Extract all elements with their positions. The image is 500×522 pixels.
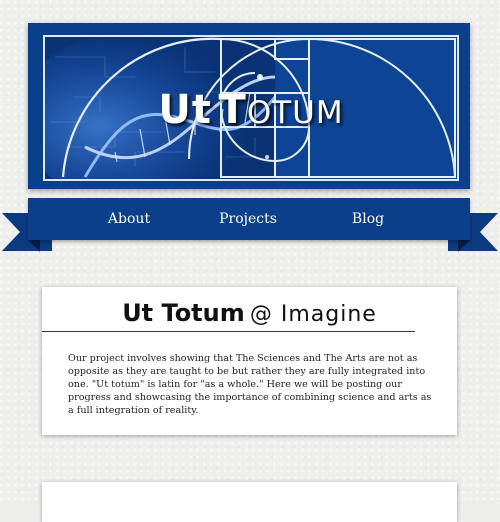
- nav-about[interactable]: About: [84, 198, 174, 240]
- post-title-bold: Ut Totum: [122, 299, 245, 327]
- post-title: Ut Totum @ Imagine: [42, 299, 457, 327]
- site-title-second-initial: T: [218, 87, 247, 133]
- site-title-first: Ut: [158, 87, 212, 133]
- nav-blog[interactable]: Blog: [323, 198, 413, 240]
- title-divider: [42, 331, 415, 332]
- nav-projects[interactable]: Projects: [203, 198, 293, 240]
- main-nav: About Projects Blog: [28, 198, 470, 240]
- post-card-next: [42, 482, 457, 522]
- post-body: Our project involves showing that The Sc…: [68, 352, 432, 416]
- banner-frame: Ut TOTUM: [43, 35, 459, 181]
- site-title-second: OTUM: [246, 95, 344, 131]
- header-banner: Ut TOTUM: [28, 23, 470, 189]
- post-card: Ut Totum @ Imagine Our project involves …: [42, 287, 457, 435]
- post-title-rest: @ Imagine: [249, 302, 377, 327]
- site-title: Ut TOTUM: [45, 87, 457, 133]
